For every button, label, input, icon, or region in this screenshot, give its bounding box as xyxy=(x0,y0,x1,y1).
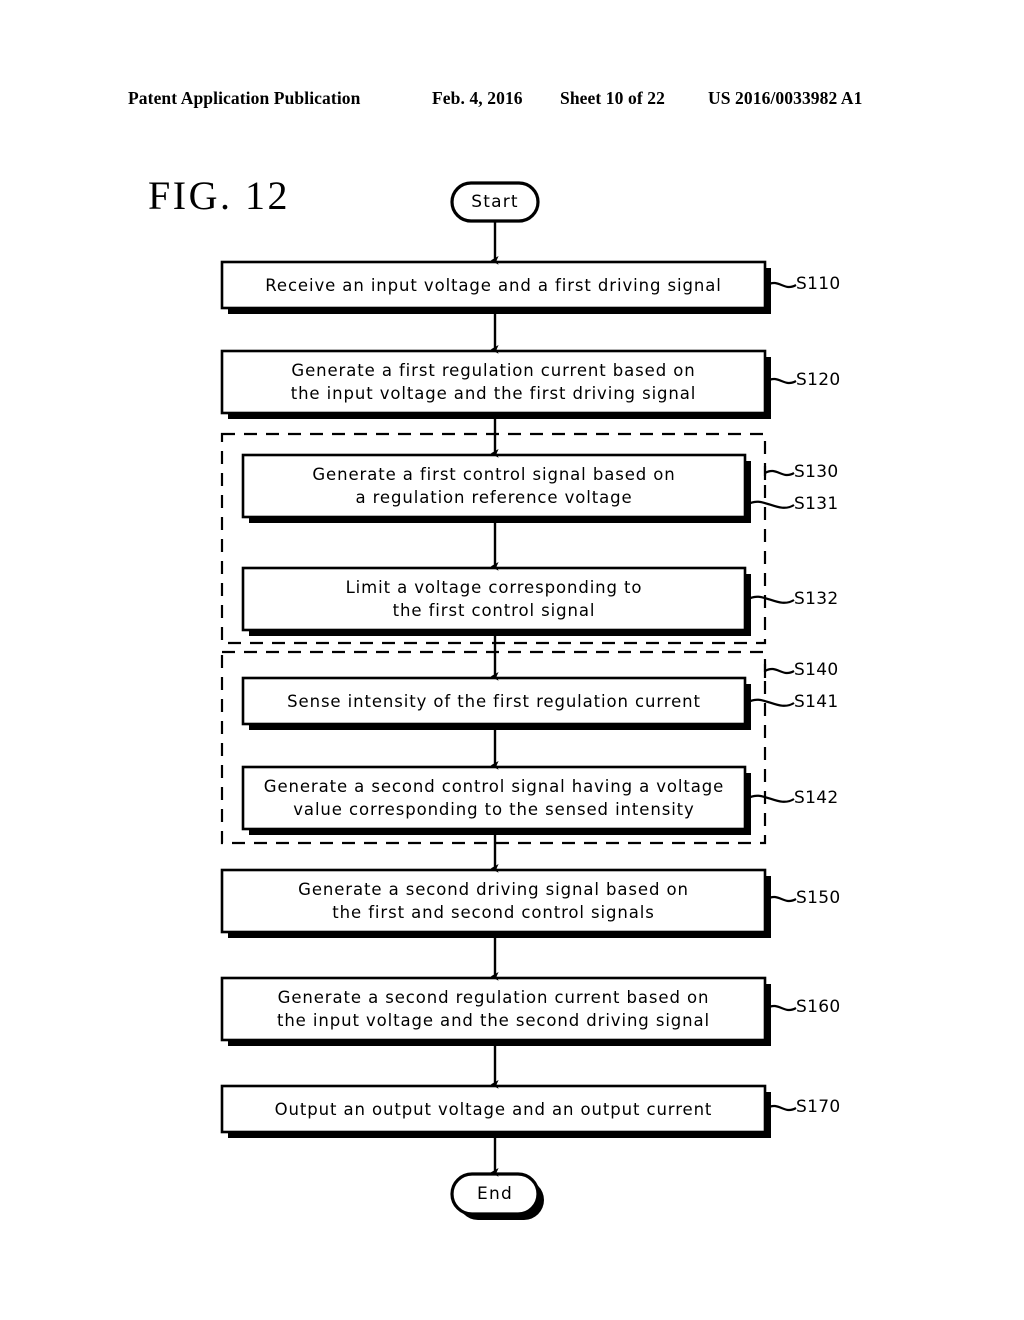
step-text-s150: Generate a second driving signal based o… xyxy=(298,880,689,922)
step-label-s120: S120 xyxy=(796,370,841,390)
step-text-s170: Output an output voltage and an output c… xyxy=(274,1099,713,1119)
step-label-s142: S142 xyxy=(794,788,839,808)
step-label-s141: S141 xyxy=(794,692,839,712)
step-label-s131: S131 xyxy=(794,494,839,514)
step-text-s142: Generate a second control signal having … xyxy=(263,777,725,819)
step-text-s141: Sense intensity of the first regulation … xyxy=(287,691,701,711)
step-label-s170: S170 xyxy=(796,1097,841,1117)
step-label-s110: S110 xyxy=(796,274,841,294)
step-label-s150: S150 xyxy=(796,888,841,908)
end-node-label: End xyxy=(477,1183,513,1204)
step-label-s160: S160 xyxy=(796,997,841,1017)
step-text-s120: Generate a first regulation current base… xyxy=(290,361,697,403)
step-text-s110: Receive an input voltage and a first dri… xyxy=(265,275,722,295)
step-text-s160: Generate a second regulation current bas… xyxy=(276,988,711,1030)
group-label-s140: S140 xyxy=(794,660,839,680)
step-text-s132: Limit a voltage corresponding to the fir… xyxy=(345,578,643,620)
step-text-s131: Generate a first control signal based on… xyxy=(312,465,676,507)
group-label-s130: S130 xyxy=(794,462,839,482)
start-node-label: Start xyxy=(471,191,519,212)
step-label-s132: S132 xyxy=(794,589,839,609)
